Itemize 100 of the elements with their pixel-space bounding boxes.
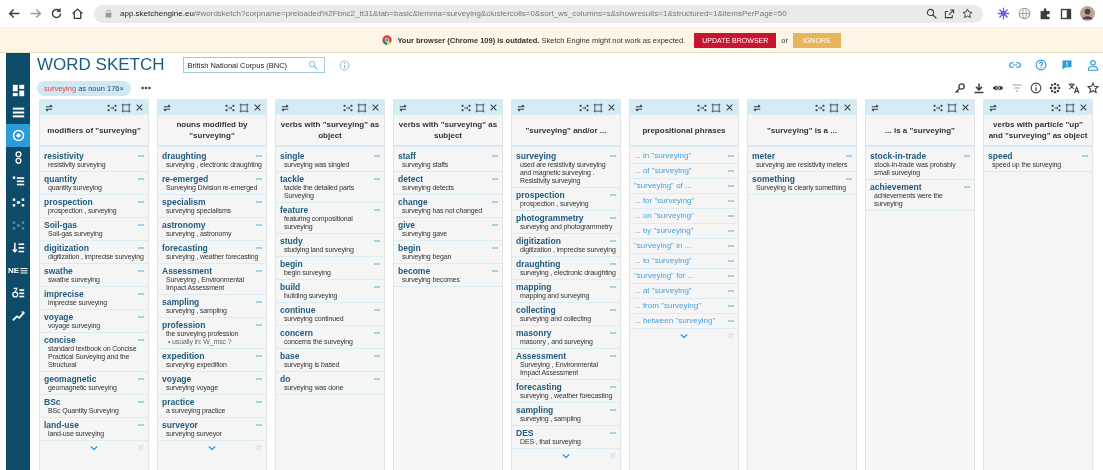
collocate-link[interactable]: imprecise: [44, 289, 84, 299]
close-icon[interactable]: [1079, 103, 1088, 112]
collocate-link[interactable]: change: [398, 197, 428, 207]
collocate-link[interactable]: Assessment: [162, 266, 213, 276]
collocate-link[interactable]: forecasting: [516, 382, 562, 392]
collocate-link[interactable]: become: [398, 266, 431, 276]
collocate-link[interactable]: achievement: [870, 182, 922, 192]
collocate-link[interactable]: geomagnetic: [44, 374, 97, 384]
globe-icon[interactable]: [1018, 7, 1031, 20]
download-icon[interactable]: [973, 82, 985, 94]
double-chevron-icon[interactable]: [136, 443, 145, 452]
collocate-link[interactable]: Soil-gas: [44, 220, 78, 230]
collocate-link[interactable]: surveying: [516, 151, 557, 161]
columns-icon[interactable]: [933, 102, 943, 113]
collocate-link[interactable]: study: [280, 236, 303, 246]
columns-icon[interactable]: [1051, 102, 1061, 113]
share-icon[interactable]: [944, 8, 955, 19]
close-icon[interactable]: [371, 103, 380, 112]
frame-icon[interactable]: [593, 102, 603, 113]
collocate-link[interactable]: Assessment: [516, 351, 567, 361]
collocate-link[interactable]: re-emerged: [162, 174, 209, 184]
collocate-link[interactable]: something: [752, 174, 795, 184]
side-panel-icon[interactable]: [1060, 7, 1072, 20]
info-icon[interactable]: [1030, 82, 1042, 94]
key-search-icon[interactable]: [954, 82, 966, 94]
close-icon[interactable]: [489, 103, 498, 112]
double-chevron-icon[interactable]: [608, 451, 617, 460]
frame-icon[interactable]: [121, 102, 131, 113]
collocate-link[interactable]: concise: [44, 335, 76, 345]
collocate-link[interactable]: DES: [516, 428, 534, 438]
collocate-link[interactable]: resistivity: [44, 151, 84, 161]
swap-icon[interactable]: [752, 102, 762, 113]
frame-icon[interactable]: [711, 102, 721, 113]
collocate-link[interactable]: practice: [162, 397, 195, 407]
frame-icon[interactable]: [947, 102, 957, 113]
swap-icon[interactable]: [162, 102, 172, 113]
collocate-link[interactable]: feature: [280, 205, 309, 215]
swap-icon[interactable]: [280, 102, 290, 113]
swap-icon[interactable]: [44, 102, 54, 113]
collocate-link[interactable]: meter: [752, 151, 776, 161]
collocate-link[interactable]: photogrammetry: [516, 213, 584, 223]
collocate-link[interactable]: prospection: [44, 197, 93, 207]
collocate-link[interactable]: voyage: [162, 374, 192, 384]
collocate-link[interactable]: do: [280, 374, 291, 384]
collocate-link[interactable]: forecasting: [162, 243, 208, 253]
columns-icon[interactable]: [343, 102, 353, 113]
star-icon[interactable]: [962, 8, 973, 19]
collocate-link[interactable]: base: [280, 351, 300, 361]
close-icon[interactable]: [725, 103, 734, 112]
collocate-link[interactable]: digitization: [44, 243, 89, 253]
columns-icon[interactable]: [107, 102, 117, 113]
collocate-link[interactable]: swathe: [44, 266, 73, 276]
swap-icon[interactable]: [988, 102, 998, 113]
collocate-link[interactable]: staff: [398, 151, 416, 161]
swap-icon[interactable]: [870, 102, 880, 113]
feedback-icon[interactable]: [1061, 59, 1073, 71]
collocate-link[interactable]: collecting: [516, 305, 556, 315]
collocate-link[interactable]: digitization: [516, 236, 561, 246]
collocate-link[interactable]: begin: [280, 259, 303, 269]
collocate-link[interactable]: specialism: [162, 197, 206, 207]
collocate-link[interactable]: prospection: [516, 190, 565, 200]
collocate-link[interactable]: give: [398, 220, 415, 230]
swap-icon[interactable]: [634, 102, 644, 113]
collocate-link[interactable]: detect: [398, 174, 424, 184]
collocate-link[interactable]: land-use: [44, 420, 79, 430]
back-icon[interactable]: [8, 7, 21, 20]
collocate-link[interactable]: draughting: [516, 259, 561, 269]
collocate-link[interactable]: begin: [398, 243, 421, 253]
collocate-link[interactable]: draughting: [162, 151, 207, 161]
close-icon[interactable]: [253, 103, 262, 112]
frame-icon[interactable]: [239, 102, 249, 113]
star-icon[interactable]: [1087, 82, 1099, 94]
collocate-link[interactable]: expedition: [162, 351, 205, 361]
avatar-icon[interactable]: [1080, 6, 1095, 21]
columns-icon[interactable]: [579, 102, 589, 113]
collocate-link[interactable]: profession: [162, 320, 206, 330]
forward-icon[interactable]: [29, 7, 42, 20]
frame-icon[interactable]: [357, 102, 367, 113]
sparkle-icon[interactable]: [997, 7, 1010, 20]
reload-icon[interactable]: [50, 7, 63, 20]
columns-icon[interactable]: [815, 102, 825, 113]
collocate-link[interactable]: masonry: [516, 328, 552, 338]
search-icon[interactable]: [307, 60, 318, 70]
columns-icon[interactable]: [225, 102, 235, 113]
collocate-link[interactable]: sampling: [516, 405, 554, 415]
sidebar-item[interactable]: NE: [6, 259, 30, 282]
collocate-link[interactable]: tackle: [280, 174, 305, 184]
close-icon[interactable]: [961, 103, 970, 112]
close-icon[interactable]: [607, 103, 616, 112]
swap-icon[interactable]: [398, 102, 408, 113]
double-chevron-icon[interactable]: [254, 443, 263, 452]
collocate-link[interactable]: concern: [280, 328, 314, 338]
double-chevron-icon[interactable]: [726, 331, 735, 340]
swap-icon[interactable]: [516, 102, 526, 113]
collocate-link[interactable]: mapping: [516, 282, 552, 292]
collocate-link[interactable]: voyage: [44, 312, 74, 322]
frame-icon[interactable]: [829, 102, 839, 113]
dots-ring-icon[interactable]: [1049, 82, 1061, 94]
home-icon[interactable]: [71, 7, 84, 20]
frame-icon[interactable]: [475, 102, 485, 113]
